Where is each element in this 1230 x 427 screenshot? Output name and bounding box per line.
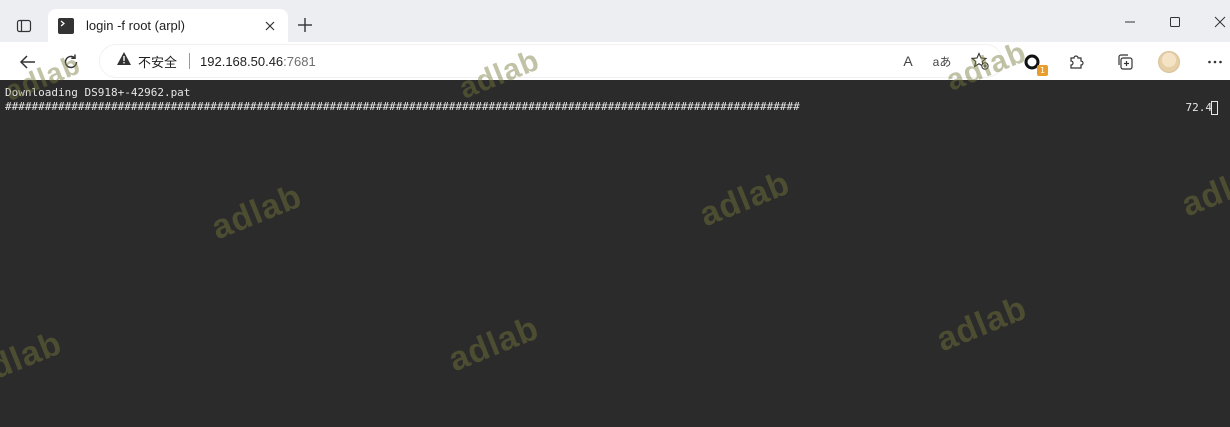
- plus-icon[interactable]: [294, 14, 316, 36]
- tab-active[interactable]: login -f root (arpl): [48, 9, 288, 42]
- terminal-favicon-icon: [58, 17, 74, 34]
- warning-icon: [116, 51, 132, 71]
- tab-actions-icon[interactable]: [8, 12, 40, 40]
- tab-strip: login -f root (arpl): [0, 0, 1230, 42]
- avatar[interactable]: [1156, 49, 1182, 75]
- translate-glyph: aあ: [932, 54, 952, 69]
- collections-icon[interactable]: [1112, 49, 1138, 75]
- puzzle-icon[interactable]: [1063, 49, 1089, 75]
- maximize-icon[interactable]: [1163, 10, 1187, 34]
- more-icon[interactable]: [1202, 49, 1228, 75]
- avatar-image: [1158, 51, 1180, 73]
- security-indicator[interactable]: 不安全: [116, 51, 177, 71]
- terminal-download-line: Downloading DS918+-42962.pat: [5, 86, 191, 99]
- terminal-scrollbar[interactable]: [1226, 80, 1230, 427]
- url-host: 192.168.50.46: [200, 53, 284, 69]
- terminal-progress-bar: ########################################…: [5, 100, 800, 113]
- tab-title: login -f root (arpl): [86, 18, 185, 33]
- close-icon[interactable]: [262, 18, 278, 34]
- terminal-viewport[interactable]: Downloading DS918+-42962.pat ###########…: [0, 80, 1230, 427]
- address-bar[interactable]: 不安全 192.168.50.46:7681 A aあ: [100, 45, 1002, 77]
- favorite-add-icon[interactable]: [968, 49, 992, 73]
- read-aloud-glyph: A: [903, 53, 913, 69]
- address-separator: [189, 53, 191, 69]
- security-label: 不安全: [138, 54, 178, 70]
- window-close-icon[interactable]: [1208, 10, 1230, 34]
- terminal-cursor: [1211, 101, 1218, 115]
- extension-badge: 1: [1037, 65, 1048, 76]
- read-aloud-icon[interactable]: A: [896, 49, 920, 73]
- reload-icon[interactable]: [58, 49, 84, 75]
- browser-toolbar: 不安全 192.168.50.46:7681 A aあ 1: [0, 42, 1230, 80]
- minimize-icon[interactable]: [1118, 10, 1142, 34]
- terminal-percent: 72.4: [1185, 101, 1213, 114]
- url-port: :7681: [283, 53, 316, 69]
- back-arrow-icon[interactable]: [15, 49, 41, 75]
- translate-icon[interactable]: aあ: [930, 49, 954, 73]
- extension-icon[interactable]: 1: [1019, 49, 1048, 76]
